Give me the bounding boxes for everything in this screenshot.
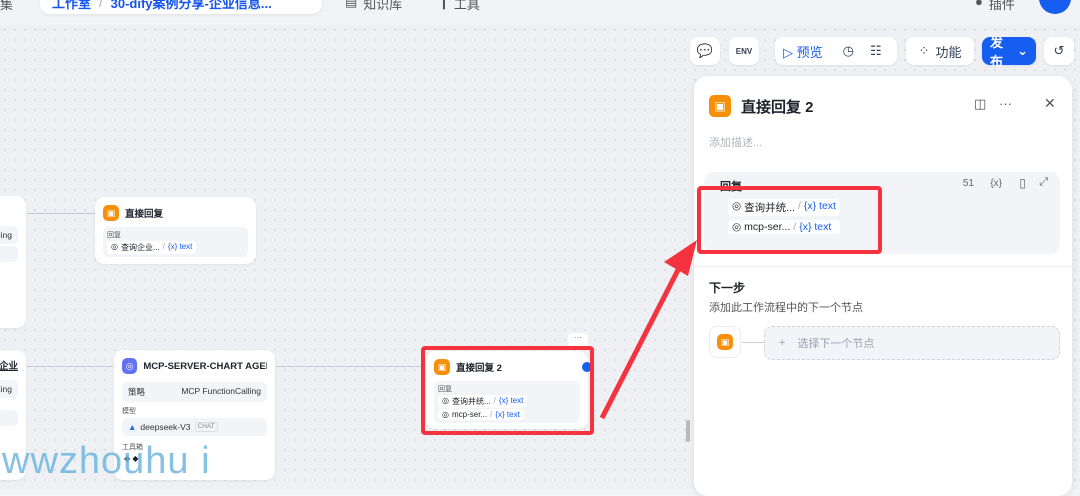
watermark: wwzhouhu i: [2, 440, 211, 482]
annotation-arrow: [599, 240, 697, 420]
arrow-head: [664, 240, 697, 276]
arrow-shaft: [599, 268, 681, 420]
